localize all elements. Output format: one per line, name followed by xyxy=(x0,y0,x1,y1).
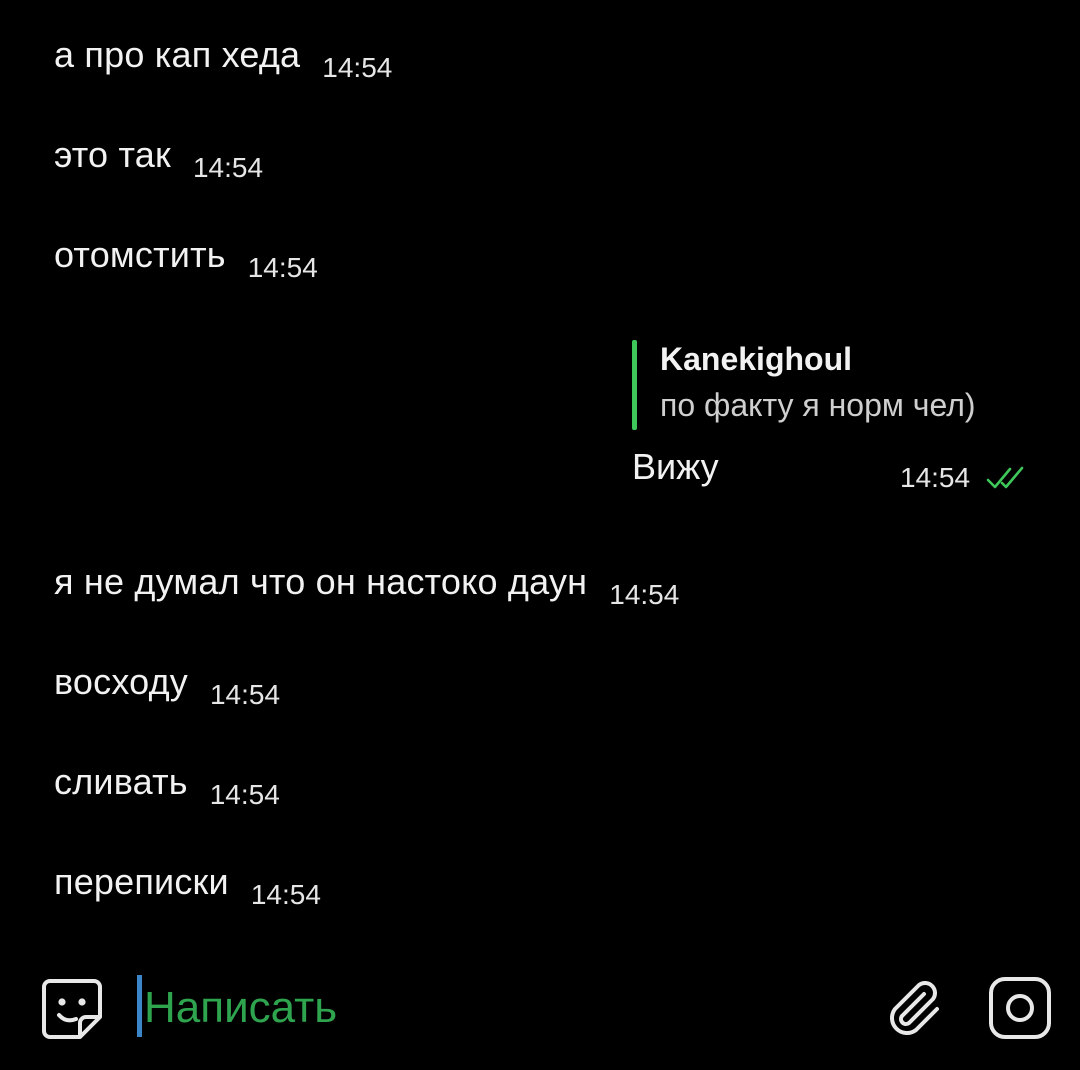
message-text: восходу xyxy=(54,661,188,702)
reply-accent-bar xyxy=(632,340,637,430)
reply-text: по факту я норм чел) xyxy=(660,387,976,423)
message-item[interactable]: восходу 14:54 xyxy=(54,661,280,710)
message-time: 14:54 xyxy=(609,579,680,610)
message-time: 14:54 xyxy=(322,52,393,83)
message-item[interactable]: а про кап хеда 14:54 xyxy=(54,34,392,83)
message-time: 14:54 xyxy=(250,879,321,910)
message-list[interactable]: а про кап хеда 14:54 это так 14:54 отомс… xyxy=(0,0,1080,950)
camera-icon[interactable] xyxy=(987,975,1053,1041)
reply-quote[interactable]: Kanekighoul по факту я норм чел) xyxy=(632,336,1052,430)
message-text: переписки xyxy=(54,861,229,902)
text-cursor xyxy=(137,975,142,1037)
message-time: 14:54 xyxy=(247,252,318,283)
message-text: сливать xyxy=(54,761,188,802)
paperclip-icon[interactable] xyxy=(884,978,946,1040)
message-item[interactable]: сливать 14:54 xyxy=(54,761,280,810)
message-time: 14:54 xyxy=(900,462,971,493)
message-text: а про кап хеда xyxy=(54,34,301,75)
message-item[interactable]: переписки 14:54 xyxy=(54,861,321,910)
message-item[interactable]: я не думал что он настоко даун 14:54 xyxy=(54,561,679,610)
message-text: я не думал что он настоко даун xyxy=(54,561,588,602)
message-item[interactable]: отомстить 14:54 xyxy=(54,234,318,283)
double-check-icon xyxy=(986,466,1024,489)
message-text: отомстить xyxy=(54,234,226,275)
message-item[interactable]: это так 14:54 xyxy=(54,134,263,183)
sticker-icon[interactable] xyxy=(40,977,104,1041)
message-input[interactable] xyxy=(144,976,844,1040)
message-time: 14:54 xyxy=(209,779,280,810)
reply-author: Kanekighoul xyxy=(660,341,853,377)
message-time: 14:54 xyxy=(209,679,281,710)
message-time: 14:54 xyxy=(192,152,264,183)
outgoing-message[interactable]: Kanekighoul по факту я норм чел) Вижу 14… xyxy=(632,336,1052,516)
message-text: это так xyxy=(54,134,171,175)
message-text: Вижу xyxy=(632,446,719,487)
message-composer xyxy=(0,960,1080,1070)
